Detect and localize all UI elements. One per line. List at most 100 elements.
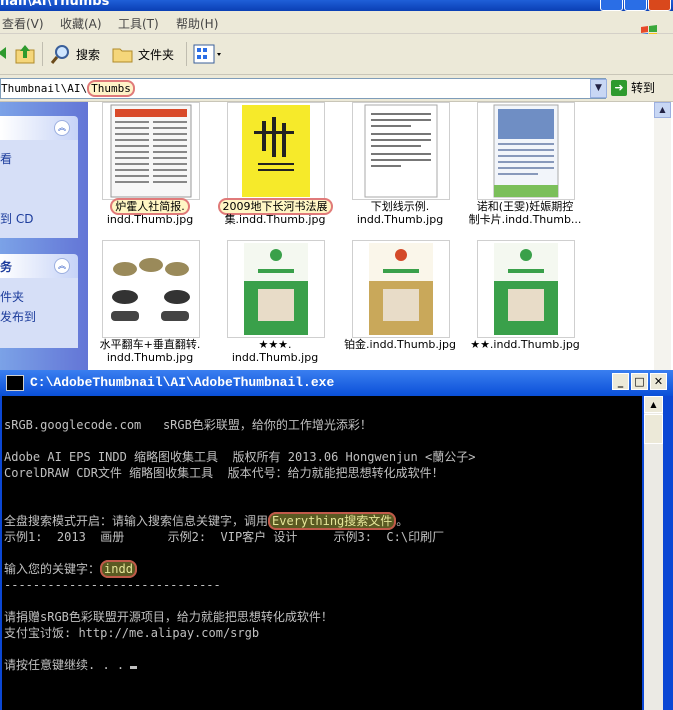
console-title-bar: C:\AdobeThumbnail\AI\AdobeThumbnail.exe … (0, 370, 673, 396)
back-button[interactable] (0, 43, 6, 63)
scroll-up-arrow-icon[interactable]: ▲ (654, 102, 671, 118)
file-name-line2: indd.Thumb.jpg (231, 351, 319, 364)
file-name-line1: 下划线示例. (370, 200, 430, 213)
file-name[interactable]: ★★.indd.Thumb.jpg (460, 338, 590, 351)
brochure-green-thumbnail-image (244, 243, 308, 335)
maximize-button[interactable] (624, 0, 647, 11)
task-pane-header-label: 务 (0, 260, 13, 274)
console-maximize-button[interactable]: □ (631, 373, 648, 390)
file-name-line2: indd.Thumb.jpg (106, 213, 194, 226)
search-label: 搜索 (76, 47, 101, 62)
collapse-chevron-icon[interactable]: ︽ (54, 258, 70, 274)
scroll-up-arrow-icon[interactable]: ▲ (644, 396, 663, 413)
console-line: 全盘搜索模式开启：请输入搜索信息关键字，调用 Everything搜索文件。 (4, 512, 409, 530)
newspaper-thumbnail-image (110, 104, 192, 198)
toolbar-separator (42, 42, 43, 66)
address-bar: Thumbnail\AI\ Thumbs ▼ ➜ 转到 (0, 75, 673, 102)
console-text: 。 (396, 514, 409, 528)
file-thumbnail[interactable] (352, 102, 450, 200)
file-name[interactable]: 铂金.indd.Thumb.jpg (335, 338, 465, 351)
console-line: 输入您的关键字： indd (4, 560, 137, 578)
console-line: sRGB.googlecode.com sRGB色彩联盟，给你的工作增光添彩！ (4, 418, 372, 432)
console-input-value: indd (100, 560, 137, 578)
brochure-gold-thumbnail-image (369, 243, 433, 335)
file-name-line1: ★★★. (258, 338, 292, 351)
file-thumbnail[interactable] (102, 240, 200, 338)
console-line: CorelDRAW CDR文件 缩略图收集工具 版本代号：给力就能把思想转化成软… (4, 466, 444, 480)
file-thumbnail[interactable] (227, 102, 325, 200)
explorer-title-bar: nail\AI\Thumbs (0, 0, 673, 11)
file-name[interactable]: ★★★. indd.Thumb.jpg (210, 338, 340, 364)
scroll-thumb[interactable] (644, 414, 663, 444)
file-thumbnail[interactable] (227, 240, 325, 338)
console-line: 示例1: 2013 画册 示例2: VIP客户 设计 示例3: C:\印刷厂 (4, 530, 445, 544)
console-close-button[interactable]: ✕ (650, 373, 667, 390)
document-thumbnail-image (364, 104, 438, 198)
console-output[interactable]: sRGB.googlecode.com sRGB色彩联盟，给你的工作增光添彩！ … (2, 396, 642, 710)
views-icon (193, 44, 221, 64)
file-thumbnail[interactable] (102, 102, 200, 200)
toolbar-separator (186, 42, 187, 66)
address-current-folder: Thumbs (87, 80, 135, 97)
task-link[interactable]: 看 (0, 150, 12, 167)
brochure-green2-thumbnail-image (494, 243, 558, 335)
task-link[interactable]: 到 CD (0, 210, 33, 227)
console-line: 支付宝讨饭: http://me.alipay.com/srgb (4, 626, 260, 640)
menu-view[interactable]: 查看(V) (2, 15, 44, 32)
file-thumbnail[interactable] (352, 240, 450, 338)
file-name-line2: indd.Thumb.jpg (106, 351, 194, 364)
calligraphy-thumbnail-image (242, 105, 310, 197)
folders-button[interactable]: 文件夹 (112, 43, 174, 65)
console-window: C:\AdobeThumbnail\AI\AdobeThumbnail.exe … (0, 370, 673, 710)
up-folder-button[interactable] (14, 43, 36, 65)
go-arrow-icon: ➜ (611, 79, 627, 96)
file-name[interactable]: 2009地下长河书法展 集.indd.Thumb.jpg (210, 198, 340, 226)
address-path: Thumbnail\AI\ (1, 82, 88, 95)
file-thumbnail[interactable] (477, 102, 575, 200)
console-vertical-scrollbar[interactable]: ▲ (644, 396, 663, 710)
menu-favorites[interactable]: 收藏(A) (60, 15, 102, 32)
address-input[interactable]: Thumbnail\AI\ Thumbs (0, 78, 606, 99)
file-name-line1: ★★.indd.Thumb.jpg (470, 338, 580, 351)
console-line: Adobe AI EPS INDD 缩略图收集工具 版权所有 2013.06 H… (4, 450, 476, 464)
task-pane-section: 件夹 发布到 (0, 278, 78, 348)
collapse-chevron-icon[interactable]: ︽ (54, 120, 70, 136)
card-thumbnail-image (493, 104, 559, 198)
menu-tools[interactable]: 工具(T) (118, 15, 159, 32)
task-pane-header[interactable]: ︽ (0, 116, 78, 140)
task-link[interactable]: 发布到 (0, 308, 36, 325)
go-label: 转到 (631, 81, 656, 95)
close-button[interactable] (648, 0, 671, 11)
console-prompt: 输入您的关键字： (4, 562, 101, 576)
explorer-vertical-scrollbar[interactable]: ▲ (654, 102, 671, 372)
file-name[interactable]: 炉霍人社简报. indd.Thumb.jpg (85, 198, 215, 226)
console-line: 请捐赠sRGB色彩联盟开源项目，给力就能把思想转化成软件！ (4, 610, 333, 624)
file-name[interactable]: 下划线示例. indd.Thumb.jpg (335, 200, 465, 226)
file-thumbnail[interactable] (477, 240, 575, 338)
task-link[interactable]: 件夹 (0, 288, 24, 305)
task-pane-header[interactable]: 务 ︽ (0, 254, 78, 278)
menu-help[interactable]: 帮助(H) (176, 15, 218, 32)
go-button[interactable]: ➜ 转到 (611, 79, 655, 96)
console-app-icon (6, 375, 24, 391)
file-name-line2: 制卡片.indd.Thumb... (468, 213, 582, 226)
file-name-line1: 铂金.indd.Thumb.jpg (344, 338, 456, 351)
address-dropdown-button[interactable]: ▼ (590, 79, 607, 98)
file-name[interactable]: 诺和(王雯)妊娠期控 制卡片.indd.Thumb... (460, 200, 590, 226)
folders-label: 文件夹 (138, 47, 175, 62)
file-name-line2: 集.indd.Thumb.jpg (224, 213, 326, 226)
console-cursor (130, 666, 138, 669)
toolbar: 搜索 文件夹 (0, 34, 673, 75)
folders-icon (112, 48, 133, 63)
task-pane: ︽ 看 到 CD 务 ︽ 件夹 发布到 (0, 102, 88, 372)
file-name[interactable]: 水平翻车+垂直翻转. indd.Thumb.jpg (85, 338, 215, 364)
views-button[interactable] (193, 43, 223, 65)
console-minimize-button[interactable]: _ (612, 373, 629, 390)
console-title: C:\AdobeThumbnail\AI\AdobeThumbnail.exe (30, 375, 335, 390)
console-text: 全盘搜索模式开启：请输入搜索信息关键字，调用 (4, 514, 269, 528)
search-button[interactable]: 搜索 (50, 43, 100, 65)
cars-thumbnail-image (111, 258, 190, 321)
back-arrow-icon (0, 47, 6, 59)
up-folder-icon (15, 45, 35, 64)
minimize-button[interactable] (600, 0, 623, 11)
